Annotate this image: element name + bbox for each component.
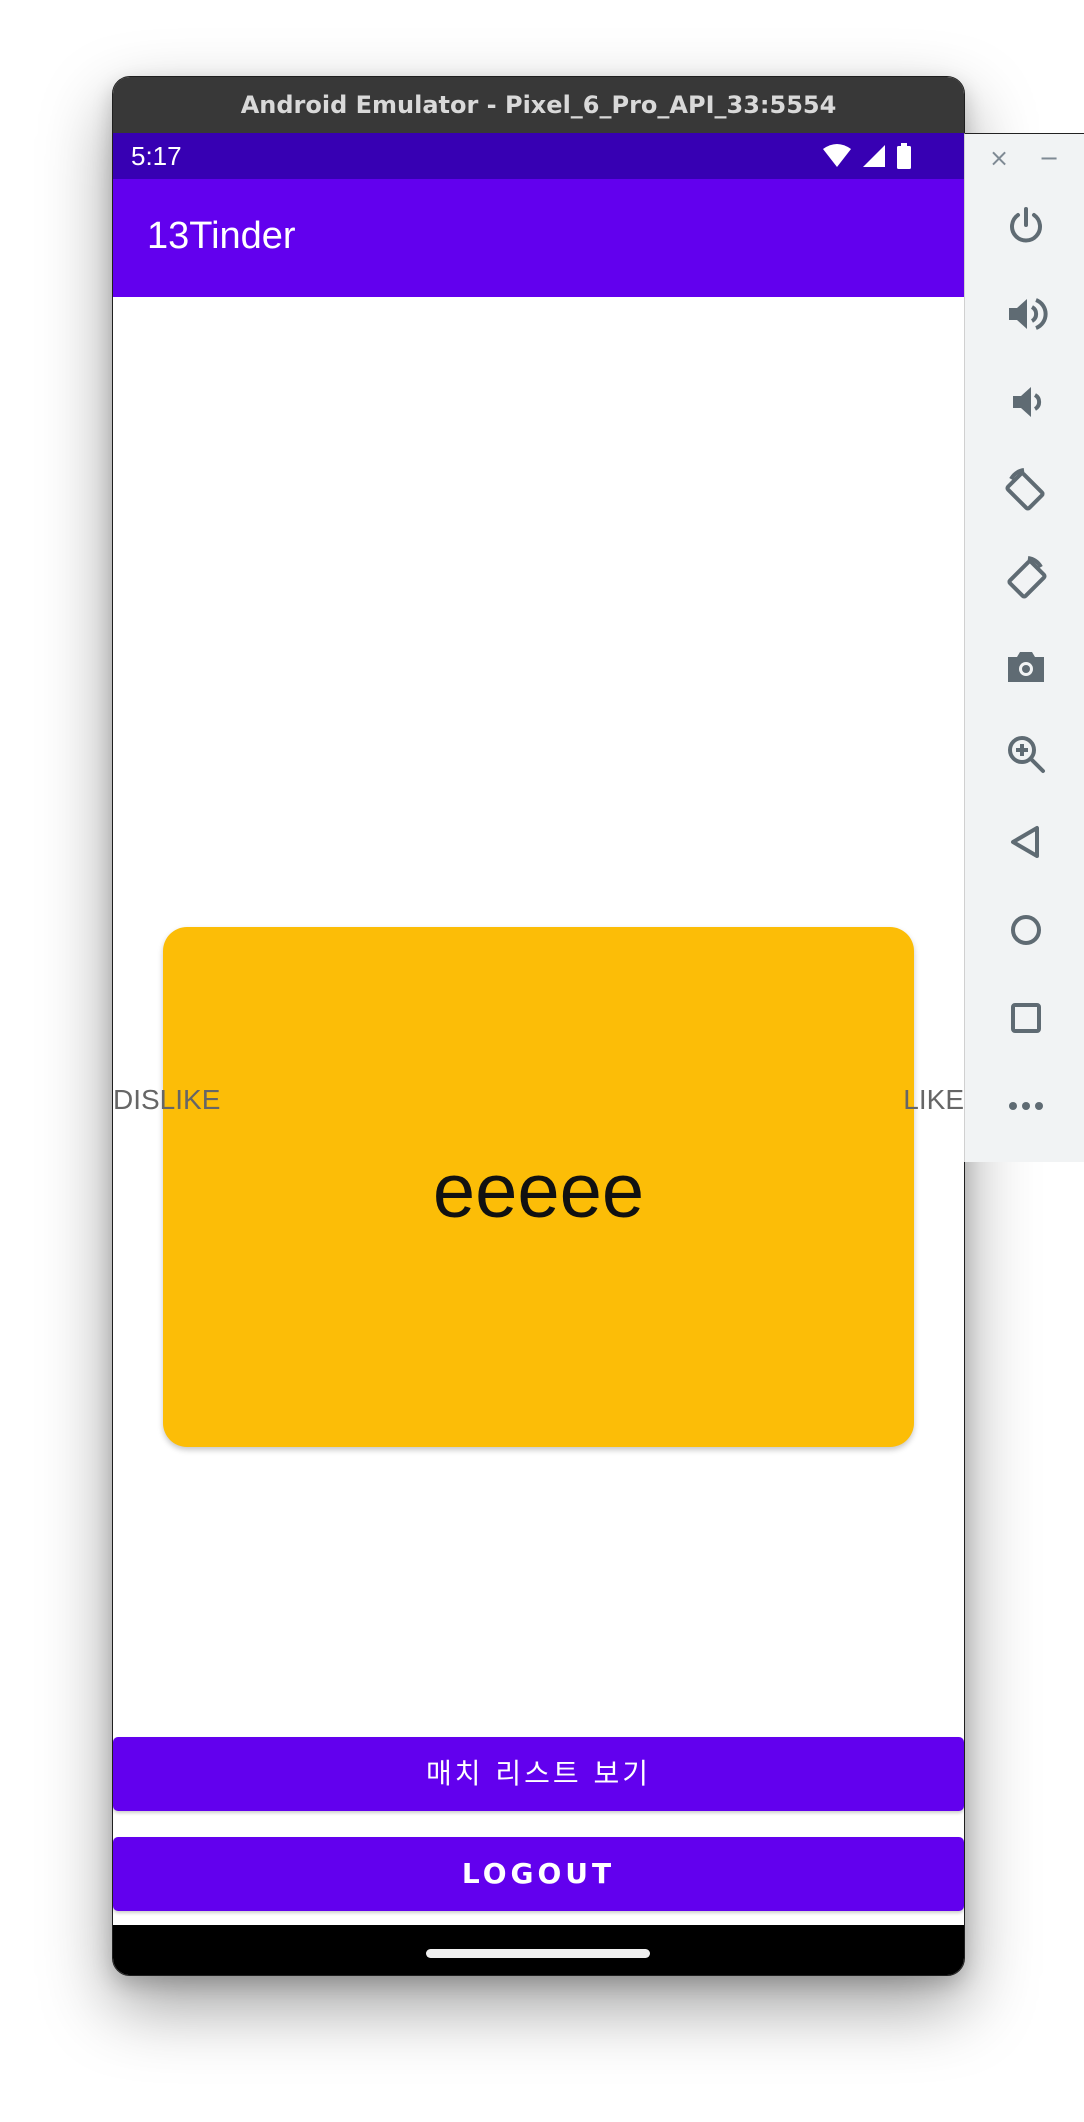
emulator-toolbar: × − (964, 133, 1084, 1162)
card-name: eeeee (432, 1149, 645, 1234)
power-icon[interactable] (996, 196, 1056, 256)
emulator-window: Android Emulator - Pixel_6_Pro_API_33:55… (112, 76, 965, 1976)
swipe-card[interactable]: eeeee (163, 927, 914, 1447)
gesture-nav-bar (113, 1925, 964, 1975)
rotate-right-icon[interactable] (996, 548, 1056, 608)
volume-up-icon[interactable] (996, 284, 1056, 344)
status-time: 5:17 (131, 141, 182, 171)
toolbar-close-button[interactable]: × (989, 144, 1009, 172)
wifi-icon (822, 144, 852, 168)
app-title: 13Tinder (147, 215, 296, 257)
volume-down-icon[interactable] (996, 372, 1056, 432)
toolbar-minimize-button[interactable]: − (1039, 144, 1059, 172)
overview-icon[interactable] (996, 988, 1056, 1048)
battery-icon (896, 143, 912, 169)
dislike-label: DISLIKE (113, 1084, 221, 1115)
window-title-bar[interactable]: Android Emulator - Pixel_6_Pro_API_33:55… (113, 77, 964, 133)
card-stack-area: eeeee (113, 297, 964, 1737)
camera-icon[interactable] (996, 636, 1056, 696)
more-icon[interactable] (996, 1076, 1056, 1136)
status-icons (822, 142, 912, 170)
home-gesture-handle[interactable] (426, 1949, 650, 1958)
window-title: Android Emulator - Pixel_6_Pro_API_33:55… (240, 91, 837, 119)
status-bar: 5:17 (113, 133, 964, 179)
like-label: LIKE (903, 1084, 964, 1115)
back-icon[interactable] (996, 812, 1056, 872)
match-list-button[interactable]: 매치 리스트 보기 (113, 1737, 964, 1811)
home-icon[interactable] (996, 900, 1056, 960)
app-bar: 13Tinder (113, 179, 964, 297)
signal-icon (862, 144, 886, 168)
rotate-left-icon[interactable] (996, 460, 1056, 520)
logout-button[interactable]: LOGOUT (113, 1837, 964, 1911)
zoom-icon[interactable] (996, 724, 1056, 784)
